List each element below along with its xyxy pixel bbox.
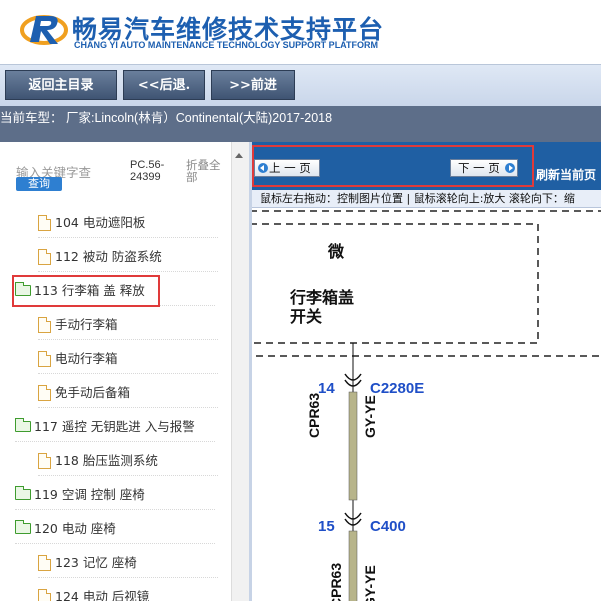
wire-color-code: GY-YE xyxy=(362,395,378,438)
tree-item-label: 电动行李箱 xyxy=(55,351,118,366)
wire-circuit-id: CPR63 xyxy=(306,392,322,438)
nav-highlight-box xyxy=(252,145,534,187)
tree-item-label: 118 胎压监测系统 xyxy=(55,453,158,468)
cy-logo-icon xyxy=(20,15,68,45)
file-icon xyxy=(38,214,51,231)
wire-color-code: GY-YE xyxy=(362,565,378,601)
brand-subtitle: CHANG YI AUTO MAINTENANCE TECHNOLOGY SUP… xyxy=(74,40,379,50)
tree-item[interactable]: 123 记忆 座椅 xyxy=(38,548,218,578)
tree-item-label: 119 空调 控制 座椅 xyxy=(34,487,145,502)
tree-item-label: 手动行李箱 xyxy=(55,317,118,332)
search-button[interactable]: 查询 xyxy=(16,177,62,191)
sidebar-scrollbar[interactable] xyxy=(231,142,249,601)
tree-item[interactable]: 117 遥控 无钥匙进 入与报警 xyxy=(15,412,215,442)
hint-bar: 鼠标左右拖动：控制图片位置 | 鼠标滚轮向上:放大 滚轮向下：缩 xyxy=(252,190,601,208)
file-icon xyxy=(38,554,51,571)
sidebar: 输入关键字查 查询 PC.56-24399 折叠全部 104 电动遮阳板 112… xyxy=(0,142,231,601)
tree-item[interactable]: 104 电动遮阳板 xyxy=(38,208,218,238)
file-icon xyxy=(38,248,51,265)
folder-open-icon xyxy=(15,520,31,534)
diagram-label-switch-2: 开关 xyxy=(290,307,323,326)
tree-item-label: 104 电动遮阳板 xyxy=(55,215,146,230)
diagram-pane: 上 一 页 下 一 页 刷新当前页 鼠标左右拖动：控制图片位置 | 鼠标滚轮向上… xyxy=(252,142,601,601)
tree-item[interactable]: 电动行李箱 xyxy=(38,344,218,374)
scroll-up-arrow-icon[interactable] xyxy=(235,153,243,158)
tree-item-label: 免手动后备箱 xyxy=(55,385,131,400)
refresh-page-link[interactable]: 刷新当前页 xyxy=(536,166,596,183)
connector-id: C2280E xyxy=(370,380,425,397)
forward-button[interactable]: >>前进 xyxy=(211,70,295,100)
tree-item[interactable]: 手动行李箱 xyxy=(38,310,218,340)
tree-item[interactable]: 免手动后备箱 xyxy=(38,378,218,408)
collapse-all-link[interactable]: 折叠全部 xyxy=(186,159,226,183)
tree-item-label: 123 记忆 座椅 xyxy=(55,555,137,570)
tree-item[interactable]: 119 空调 控制 座椅 xyxy=(15,480,215,510)
folder-open-icon xyxy=(15,486,31,500)
file-icon xyxy=(38,588,51,601)
tree-item-label: 124 电动 后视镜 xyxy=(55,589,150,601)
wire-circuit-id: CPR63 xyxy=(328,562,344,601)
file-icon xyxy=(38,452,51,469)
wiring-diagram[interactable]: 微 行李箱盖 开关 14 C2280E CPR63 GY-YE 15 C400 … xyxy=(252,208,601,601)
main-toolbar: 返回主目录 <<后退. >>前进 xyxy=(0,64,601,106)
pc-code-label: PC.56-24399 xyxy=(130,159,165,183)
tree-item-label: 120 电动 座椅 xyxy=(34,521,116,536)
tree-item[interactable]: 124 电动 后视镜 xyxy=(38,582,218,601)
app-header: 畅易汽车维修技术支持平台 CHANG YI AUTO MAINTENANCE T… xyxy=(0,0,601,64)
tree-item-label: 117 遥控 无钥匙进 入与报警 xyxy=(34,419,195,434)
wiring-diagram-svg xyxy=(252,210,601,601)
file-icon xyxy=(38,350,51,367)
tree-item-label: 112 被动 防盗系统 xyxy=(55,249,162,264)
connector-id: C400 xyxy=(370,518,406,535)
diagram-label-wei: 微 xyxy=(328,242,345,261)
tree-item[interactable]: 120 电动 座椅 xyxy=(15,514,215,544)
back-button[interactable]: <<后退. xyxy=(123,70,205,100)
selection-highlight xyxy=(12,275,160,307)
tree-item[interactable]: 118 胎压监测系统 xyxy=(38,446,218,476)
tree-item[interactable]: 112 被动 防盗系统 xyxy=(38,242,218,272)
current-model-bar: 当前车型： 厂家:Lincoln(林肯）Continental(大陆)2017-… xyxy=(0,106,601,142)
page-nav-bar: 上 一 页 下 一 页 刷新当前页 xyxy=(252,142,601,190)
pin-number: 15 xyxy=(318,518,335,535)
folder-open-icon xyxy=(15,418,31,432)
file-icon xyxy=(38,384,51,401)
back-to-main-button[interactable]: 返回主目录 xyxy=(5,70,117,100)
file-icon xyxy=(38,316,51,333)
